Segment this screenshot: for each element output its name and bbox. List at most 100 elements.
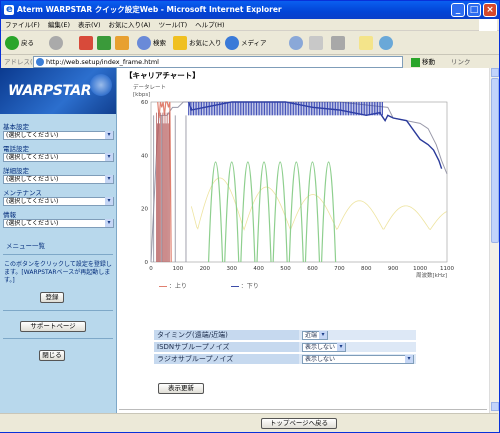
table-row: ISDNサブループノイズ 表示しない (154, 341, 416, 354)
phone-settings-select[interactable]: (選択してください) (3, 153, 114, 162)
mail-icon (309, 36, 323, 50)
media-icon (225, 36, 239, 50)
star-icon (173, 36, 187, 50)
home-icon (115, 36, 129, 50)
stop-button[interactable] (79, 35, 95, 51)
vertical-scrollbar[interactable] (489, 68, 499, 413)
menu-bar: ファイル(F) 編集(E) 表示(V) お気に入り(A) ツール(T) ヘルプ(H) (1, 19, 499, 31)
y-axis-label: [kbps] (133, 92, 150, 98)
favorites-button[interactable]: お気に入り (173, 35, 222, 51)
page-title: 【キャリアチャート】 (125, 71, 200, 80)
sidebar: WARPSTAR 基本設定 (選択してください) 電話設定 (選択してください)… (0, 68, 117, 423)
x-tick-label: 700 (334, 266, 345, 272)
y-tick-label: 60 (141, 100, 148, 106)
radio-noise-label: ラジオサブループノイズ (154, 353, 299, 366)
search-button[interactable]: 検索 (137, 35, 166, 51)
mail-button[interactable] (309, 35, 325, 51)
group-basic: 基本設定 (選択してください) (3, 123, 114, 140)
forward-arrow-icon (49, 36, 63, 50)
group-detail: 詳細設定 (選択してください) (3, 167, 114, 184)
back-to-top-button[interactable]: トップページへ戻る (261, 418, 337, 429)
group-phone: 電話設定 (選択してください) (3, 145, 114, 162)
detail-settings-select[interactable]: (選択してください) (3, 175, 114, 184)
scroll-thumb[interactable] (491, 78, 499, 243)
group-title: 基本設定 (3, 123, 29, 131)
stop-icon (79, 36, 93, 50)
divider (3, 310, 113, 311)
isdn-noise-label: ISDNサブループノイズ (154, 341, 299, 354)
minimize-button[interactable]: _ (451, 3, 465, 17)
table-row: タイミング(遠端/近端) 近端 (154, 330, 416, 342)
legend-up-label: ：上り (168, 283, 187, 290)
home-button[interactable] (115, 35, 131, 51)
x-tick-label: 200 (200, 266, 211, 272)
media-label: メディア (241, 39, 267, 47)
maintenance-select[interactable]: (選択してください) (3, 197, 114, 206)
x-axis-label: 周波数[kHz] (416, 271, 447, 279)
y-tick-label: 20 (141, 207, 148, 213)
menu-edit[interactable]: 編集(E) (44, 19, 74, 31)
title-bar: Aterm WARPSTAR クイック設定Web - Microsoft Int… (1, 1, 499, 19)
back-arrow-icon (5, 36, 19, 50)
forward-button[interactable] (49, 35, 65, 51)
basic-settings-select[interactable]: (選択してください) (3, 131, 114, 140)
links-button[interactable]: リンク (451, 56, 471, 68)
x-tick-label: 600 (307, 266, 318, 272)
maximize-button[interactable]: □ (467, 3, 481, 17)
messenger-icon (379, 36, 393, 50)
legend-down-swatch (230, 286, 239, 287)
group-title: メンテナンス (3, 189, 42, 197)
legend-up-swatch (159, 286, 167, 287)
print-icon (331, 36, 345, 50)
back-button[interactable]: 戻る (5, 35, 34, 51)
menu-help[interactable]: ヘルプ(H) (191, 19, 228, 31)
support-page-button[interactable]: サポートページ (20, 321, 86, 332)
group-title: 詳細設定 (3, 167, 29, 175)
y-axis-label: データレート (133, 84, 166, 91)
x-tick-label: 1000 (413, 266, 427, 272)
close-page-button[interactable]: 閉じる (39, 350, 65, 361)
menu-view[interactable]: 表示(V) (74, 19, 105, 31)
group-title: 電話設定 (3, 145, 29, 153)
x-tick-label: 400 (253, 266, 264, 272)
refresh-button[interactable] (97, 35, 113, 51)
register-button[interactable]: 登録 (40, 292, 64, 303)
update-display-button[interactable]: 表示更新 (158, 383, 204, 394)
timing-select[interactable]: 近端 (302, 330, 329, 340)
group-maintenance: メンテナンス (選択してください) (3, 189, 114, 206)
history-button[interactable] (289, 35, 305, 51)
register-notice: このボタンをクリックして設定を登録します。[WARPSTARベースが再起動します… (4, 261, 112, 284)
close-button[interactable]: × (483, 3, 497, 17)
edit-button[interactable] (359, 35, 375, 51)
menu-tools[interactable]: ツール(T) (155, 19, 192, 31)
info-select[interactable]: (選択してください) (3, 219, 114, 228)
warpstar-logo: WARPSTAR (0, 68, 116, 114)
legend-down-label: ：下り (240, 283, 259, 290)
scroll-down-icon[interactable] (491, 402, 499, 411)
go-button[interactable]: 移動 (411, 56, 435, 68)
messenger-button[interactable] (379, 35, 395, 51)
favorites-label: お気に入り (189, 39, 222, 47)
settings-table: タイミング(遠端/近端) 近端 ISDNサブループノイズ 表示しない ラジオサブ… (154, 330, 416, 366)
chart-legend: ：上り ：下り (159, 281, 259, 290)
ie-icon (4, 1, 14, 19)
address-bar: アドレス(D) http://web.setup/index_frame.htm… (1, 55, 499, 69)
x-tick-label: 1100 (440, 266, 454, 272)
media-button[interactable]: メディア (225, 35, 267, 51)
group-info: 情報 (選択してください) (3, 211, 114, 228)
menu-file[interactable]: ファイル(F) (1, 19, 44, 31)
isdn-noise-select[interactable]: 表示しない (302, 342, 347, 352)
history-icon (289, 36, 303, 50)
scroll-up-icon[interactable] (491, 68, 499, 77)
print-button[interactable] (331, 35, 347, 51)
table-row: ラジオサブループノイズ 表示しない (154, 353, 416, 366)
timing-label: タイミング(遠端/近端) (154, 330, 299, 342)
menu-list-link[interactable]: メニュー一覧 (6, 240, 45, 250)
menu-favorites[interactable]: お気に入り(A) (105, 19, 155, 31)
address-input[interactable]: http://web.setup/index_frame.html (33, 56, 403, 68)
edit-icon (359, 36, 373, 50)
back-label: 戻る (21, 39, 34, 47)
radio-noise-select[interactable]: 表示しない (302, 354, 414, 364)
search-label: 検索 (153, 39, 166, 47)
y-tick-label: 40 (141, 153, 148, 159)
